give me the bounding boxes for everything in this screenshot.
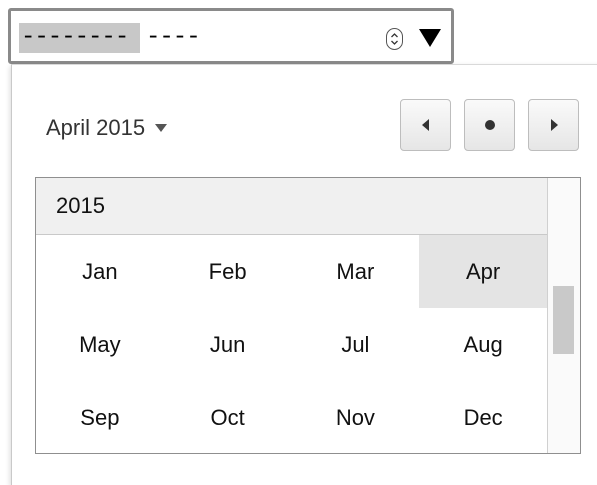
month-cell[interactable]: Jan <box>36 235 164 308</box>
triangle-right-icon <box>550 119 558 131</box>
next-button[interactable] <box>528 99 579 151</box>
triangle-down-icon[interactable] <box>418 27 442 49</box>
month-cell[interactable]: Dec <box>419 381 547 454</box>
caret-down-icon <box>155 124 168 132</box>
month-cell[interactable]: Sep <box>36 381 164 454</box>
scrollbar-thumb[interactable] <box>553 286 574 354</box>
year-segment[interactable]: ---- <box>146 23 216 53</box>
month-grid-container: 2015 Jan Feb Mar Apr May Jun Jul Aug Sep… <box>35 177 581 454</box>
previous-button[interactable] <box>400 99 451 151</box>
month-cell[interactable]: Oct <box>164 381 292 454</box>
month-segment[interactable]: --------- <box>19 23 140 81</box>
month-year-selector[interactable]: April 2015 <box>46 113 168 143</box>
month-cell[interactable]: Jun <box>164 308 292 381</box>
triangle-left-icon <box>421 119 429 131</box>
month-cell[interactable]: Nov <box>292 381 420 454</box>
month-cell[interactable]: Jul <box>292 308 420 381</box>
up-down-stepper-icon[interactable] <box>386 28 403 50</box>
month-cell[interactable]: Mar <box>292 235 420 308</box>
scrollbar[interactable] <box>547 178 580 453</box>
dot-icon <box>484 120 495 130</box>
month-cell[interactable]: May <box>36 308 164 381</box>
today-button[interactable] <box>464 99 515 151</box>
month-cell[interactable]: Feb <box>164 235 292 308</box>
year-header: 2015 <box>36 178 547 235</box>
month-input[interactable]: --------- ---- <box>8 8 454 81</box>
month-year-label: April 2015 <box>46 115 146 140</box>
month-cell[interactable]: Aug <box>419 308 547 381</box>
month-grid: Jan Feb Mar Apr May Jun Jul Aug Sep Oct … <box>36 235 547 454</box>
month-cell[interactable]: Apr <box>419 235 547 308</box>
